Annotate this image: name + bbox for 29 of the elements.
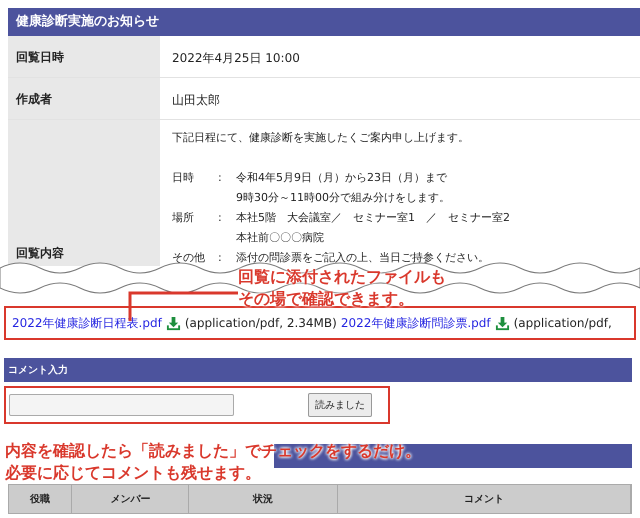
detail-text: 本社5階 大会議室／ セミナー室1 ／ セミナー室2 本社前〇〇〇病院 <box>236 210 510 246</box>
detail-label: 場所 <box>172 210 195 226</box>
row-value: 2022年4月25日 10:00 <box>171 50 301 67</box>
row-label: 回覧日時 <box>8 36 160 77</box>
column-header: 役職 <box>9 485 72 513</box>
column-header: 状況 <box>189 485 338 513</box>
row-value: 山田太郎 <box>171 92 221 109</box>
comment-title: コメント入力 <box>4 358 632 382</box>
detail-colon: : <box>218 210 223 226</box>
detail-text: 令和4年5月9日（月）から23日（月）まで 9時30分～11時00分で組み分けをします。 <box>236 170 450 206</box>
file-link[interactable]: 2022年健康診断問診票.pdf <box>340 314 491 332</box>
file-info: (application/pdf, <box>514 315 612 332</box>
callout-text: 回覧に添付されたファイルも その場で確認できます。 <box>238 266 446 310</box>
file-info: (application/pdf, 2.34MB) <box>184 315 337 332</box>
detail-colon: : <box>218 170 223 186</box>
comment-input[interactable] <box>9 394 234 416</box>
detail-text: 添付の問診票をご記入の上、当日ご持参ください。 <box>236 250 489 266</box>
detail-label: その他 <box>172 250 206 266</box>
detail-colon: : <box>218 250 223 266</box>
download-icon[interactable] <box>494 316 510 330</box>
intro-text: 下記日程にて、健康診断を実施したくご案内申し上げます。 <box>172 130 470 146</box>
detail-label: 日時 <box>172 170 195 186</box>
column-header: コメント <box>338 485 631 513</box>
row-label: 回覧内容 <box>16 245 64 262</box>
read-button[interactable]: 読みました <box>308 393 372 417</box>
notice-title: 健康診断実施のお知らせ <box>8 8 640 36</box>
download-icon[interactable] <box>166 316 181 330</box>
column-header: メンバー <box>72 485 190 513</box>
row-label: 作成者 <box>8 78 160 119</box>
